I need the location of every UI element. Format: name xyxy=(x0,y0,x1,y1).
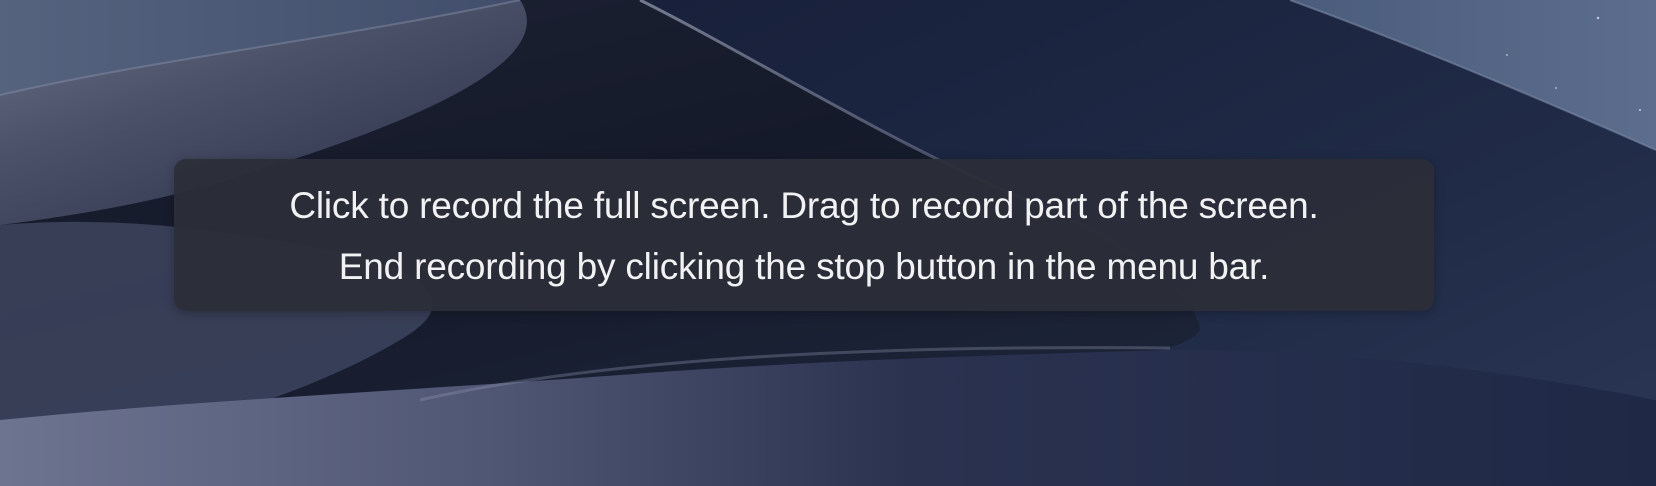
desktop[interactable]: Click to record the full screen. Drag to… xyxy=(0,0,1656,486)
instruction-line-2: End recording by clicking the stop butto… xyxy=(338,246,1270,287)
screen-recording-instructions-hud: Click to record the full screen. Drag to… xyxy=(174,159,1434,311)
instruction-line-1: Click to record the full screen. Drag to… xyxy=(289,185,1319,226)
